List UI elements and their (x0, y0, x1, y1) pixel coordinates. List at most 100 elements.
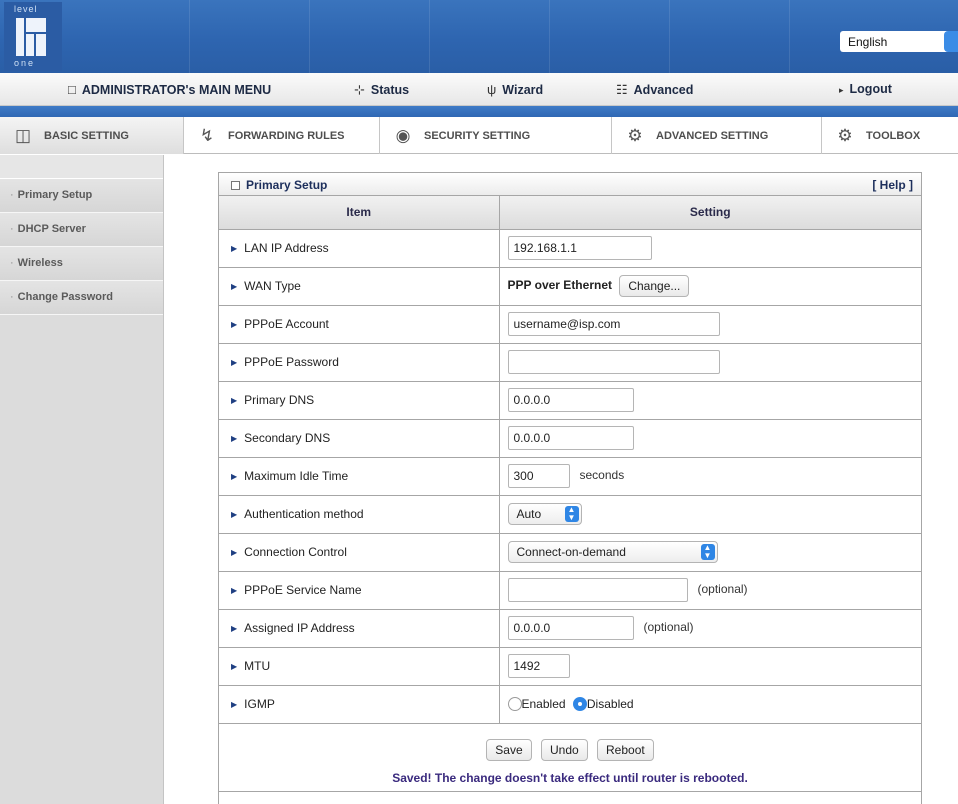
auth-method-value: Auto (516, 507, 542, 521)
tab-basic-setting[interactable]: ◫ BASIC SETTING (0, 117, 184, 154)
row-label: ▶ IGMP (219, 685, 500, 724)
tab-security-setting[interactable]: ◉ SECURITY SETTING (380, 117, 612, 154)
table-row: ▶ MTU 1492 (219, 647, 921, 686)
settings-table: Item Setting ▶ LAN IP Address 192.168.1.1… (219, 196, 921, 792)
sidebar-item-label: Wireless (17, 257, 63, 269)
optional-note: (optional) (697, 582, 748, 597)
bullet-arrow-icon: ▶ (231, 586, 238, 595)
wizard-label: Wizard (502, 83, 544, 97)
pppoe-password-input[interactable] (507, 350, 720, 374)
primary-dns-input[interactable]: 0.0.0.0 (507, 388, 634, 412)
service-name-input[interactable] (507, 578, 688, 602)
tab-label: FORWARDING RULES (228, 129, 345, 142)
tab-label: TOOLBOX (866, 129, 921, 142)
table-header-row: Item Setting (219, 196, 921, 230)
tab-forwarding-rules[interactable]: ↯ FORWARDING RULES (184, 117, 380, 154)
table-row: ▶ PPPoE Password (219, 343, 921, 382)
table-row: ▶ Authentication method Auto ▲ ▼ (219, 495, 921, 534)
banner-tile (430, 0, 550, 73)
row-label: ▶ PPPoE Account (219, 305, 500, 344)
connection-control-select[interactable]: Connect-on-demand ▲ ▼ (507, 541, 718, 563)
bullet-arrow-icon: ▶ (231, 510, 238, 519)
table-row: ▶ PPPoE Service Name (optional) (219, 571, 921, 610)
admin-main-menu-link[interactable]: □ ADMINISTRATOR's MAIN MENU (68, 82, 271, 97)
bullet-icon: · (10, 257, 14, 269)
status-icon: ⊹ (354, 82, 365, 97)
panel-header: Primary Setup [ Help ] (219, 173, 921, 196)
advanced-link[interactable]: ☷ Advanced (616, 82, 693, 98)
bullet-arrow-icon: ▶ (231, 624, 238, 633)
sidebar-header (0, 155, 163, 179)
row-label: ▶ WAN Type (219, 267, 500, 306)
col-item-header: Item (219, 196, 500, 230)
levelone-logo: level one (4, 2, 62, 71)
main-menu-bar: □ ADMINISTRATOR's MAIN MENU ⊹ Status ψ Wiza… (0, 73, 958, 106)
table-row: ▶ Secondary DNS 0.0.0.0 (219, 419, 921, 458)
optional-note: (optional) (643, 620, 694, 635)
connection-control-value: Connect-on-demand (516, 545, 626, 559)
box-icon (231, 181, 240, 190)
sidebar-item-label: Primary Setup (17, 189, 93, 201)
toolbox-icon: ⚙ (837, 125, 853, 145)
gear-icon: ⚙ (627, 125, 643, 145)
menu-box-icon: □ (68, 82, 76, 97)
mtu-input[interactable]: 1492 (507, 654, 570, 678)
igmp-disabled-label: Disabled (586, 697, 634, 711)
panel-title-text: Primary Setup (246, 178, 328, 192)
igmp-enabled-label: Enabled (521, 697, 566, 711)
tab-label: SECURITY SETTING (424, 129, 531, 142)
secondary-dns-input[interactable]: 0.0.0.0 (507, 426, 634, 450)
bullet-arrow-icon: ▶ (231, 282, 238, 291)
wizard-link[interactable]: ψ Wizard (487, 82, 543, 97)
sidebar-item-change-password[interactable]: · Change Password (0, 281, 163, 315)
status-link[interactable]: ⊹ Status (354, 82, 409, 98)
top-banner: level one English (0, 0, 958, 73)
tab-toolbox[interactable]: ⚙ TOOLBOX (822, 117, 958, 154)
select-arrows-icon: ▲ ▼ (564, 506, 579, 522)
tab-advanced-setting[interactable]: ⚙ ADVANCED SETTING (612, 117, 822, 154)
lock-icon: ◉ (395, 125, 411, 145)
tab-bar: ◫ BASIC SETTING ↯ FORWARDING RULES ◉ SECURI… (0, 117, 958, 154)
undo-button[interactable]: Undo (540, 739, 588, 761)
admin-main-menu-label: ADMINISTRATOR's MAIN MENU (81, 83, 272, 97)
folder-icon: ◫ (14, 125, 32, 145)
logo-top-text: level (14, 4, 38, 14)
table-row: ▶ IGMP Enabled Disabled (219, 685, 921, 724)
advanced-label: Advanced (633, 83, 694, 97)
sidebar: · Primary Setup · DHCP Server · Wireless · C… (0, 155, 164, 804)
logo-bottom-text: one (14, 58, 36, 68)
wan-change-button[interactable]: Change... (619, 275, 690, 297)
row-label: ▶ Primary DNS (219, 381, 500, 420)
idle-time-unit: seconds (579, 468, 625, 483)
language-select[interactable]: English (840, 31, 958, 52)
help-link[interactable]: [ Help ] (872, 178, 913, 192)
table-row: ▶ Assigned IP Address 0.0.0.0 (optional) (219, 609, 921, 648)
idle-time-input[interactable]: 300 (507, 464, 570, 488)
status-message: Saved! The change doesn't take effect un… (392, 771, 748, 785)
bullet-arrow-icon: ▶ (231, 472, 238, 481)
auth-method-select[interactable]: Auto ▲ ▼ (507, 503, 582, 525)
pppoe-account-input[interactable]: username@isp.com (507, 312, 720, 336)
banner-tile (310, 0, 430, 73)
save-button[interactable]: Save (486, 739, 532, 761)
logout-arrow-icon: ▸ (839, 85, 844, 95)
igmp-disabled-radio[interactable] (572, 697, 587, 711)
sidebar-item-primary-setup[interactable]: · Primary Setup (0, 179, 163, 213)
igmp-enabled-radio[interactable] (507, 697, 522, 711)
bullet-arrow-icon: ▶ (231, 244, 238, 253)
banner-tile (70, 0, 190, 73)
sidebar-item-label: Change Password (17, 291, 114, 303)
table-row: ▶ PPPoE Account username@isp.com (219, 305, 921, 344)
bullet-icon: · (10, 223, 14, 235)
lan-ip-input[interactable]: 192.168.1.1 (507, 236, 652, 260)
assigned-ip-input[interactable]: 0.0.0.0 (507, 616, 634, 640)
sidebar-item-dhcp-server[interactable]: · DHCP Server (0, 213, 163, 247)
logout-link[interactable]: ▸ Logout (839, 82, 892, 96)
banner-tile (550, 0, 670, 73)
row-label: ▶ PPPoE Password (219, 343, 500, 382)
wan-type-value: PPP over Ethernet (507, 278, 612, 293)
reboot-button[interactable]: Reboot (597, 739, 654, 761)
sidebar-item-wireless[interactable]: · Wireless (0, 247, 163, 281)
language-value: English (848, 35, 888, 49)
row-label: ▶ Maximum Idle Time (219, 457, 500, 496)
